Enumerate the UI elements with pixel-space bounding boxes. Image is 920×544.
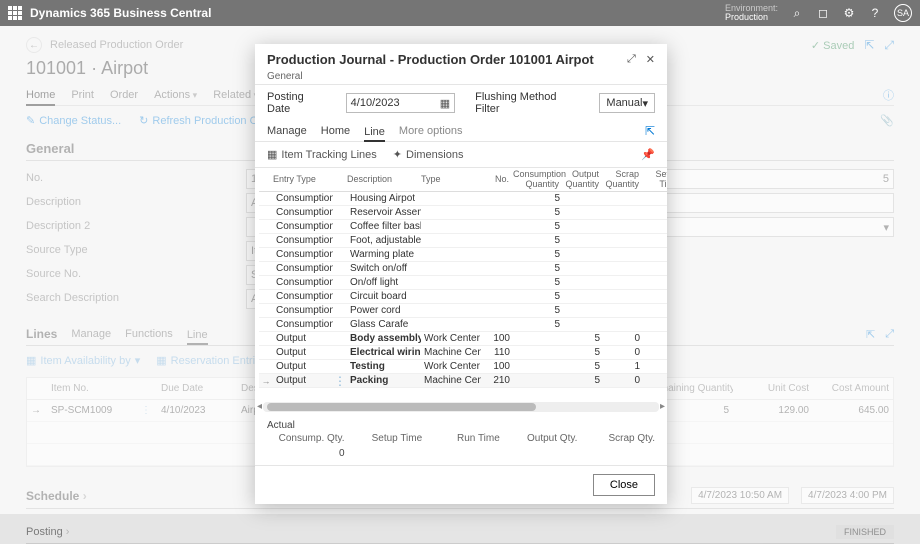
no-label: No. [26, 169, 186, 189]
posting-title[interactable]: Posting [26, 526, 69, 538]
col-scrap-qty[interactable]: Scrap Quantity [603, 170, 643, 190]
modal-general-label: General [255, 71, 667, 85]
col-cons-qty[interactable]: Consumption Quantity [513, 170, 563, 190]
table-row[interactable]: ConsumptionCoffee filter basket5 [259, 220, 667, 234]
lines-line[interactable]: Line [187, 329, 208, 345]
row-menu-icon[interactable]: ⋮ [333, 375, 347, 387]
page-title: 101001 · Airpot [26, 58, 148, 79]
col-entry-type[interactable]: Entry Type [273, 175, 333, 185]
col-out-qty[interactable]: Output Quantity [563, 170, 603, 190]
chevron-down-icon: ▾ [642, 97, 648, 110]
status-badge: FINISHED [836, 525, 894, 539]
lines-title: Lines [26, 327, 57, 341]
popout-icon[interactable]: ⤢ [627, 53, 636, 66]
horizontal-scrollbar[interactable]: ◂▸ [263, 402, 659, 412]
desc2-label: Description 2 [26, 217, 186, 237]
lines-manage[interactable]: Manage [71, 328, 111, 340]
actual-label: Actual [267, 420, 655, 431]
modal-title: Production Journal - Production Order 10… [267, 52, 594, 67]
production-journal-modal: Production Journal - Production Order 10… [255, 44, 667, 504]
table-row[interactable]: ConsumptionGlass Carafe5 [259, 318, 667, 332]
pin-icon[interactable]: 📌 [641, 148, 655, 161]
environment-badge[interactable]: Environment: Production [725, 4, 778, 22]
help-icon[interactable]: ? [868, 6, 882, 20]
schedule-to: 4/7/2023 4:00 PM [801, 487, 894, 504]
top-bar: Dynamics 365 Business Central Environmen… [0, 0, 920, 26]
lines-functions[interactable]: Functions [125, 328, 173, 340]
table-row[interactable]: ConsumptionCircuit board5 [259, 290, 667, 304]
table-row[interactable]: ConsumptionOn/off light5 [259, 276, 667, 290]
tab-home[interactable]: Home [26, 89, 55, 106]
posting-date-input[interactable]: 4/10/2023 ▦ [346, 93, 455, 113]
table-row[interactable]: ConsumptionFoot, adjustable, rubber5 [259, 234, 667, 248]
desc-label: Description [26, 193, 186, 213]
table-row[interactable]: ConsumptionPower cord5 [259, 304, 667, 318]
saved-indicator: ✓ Saved [811, 39, 854, 52]
table-row[interactable]: ConsumptionHousing Airpot5 [259, 192, 667, 206]
table-row[interactable]: OutputTestingWork Center1005115 [259, 360, 667, 374]
table-row[interactable]: →Output⋮PackingMachine Center210505 [259, 374, 667, 388]
info-icon[interactable]: ⓘ [883, 87, 894, 103]
table-row[interactable]: ConsumptionSwitch on/off5 [259, 262, 667, 276]
col-no[interactable]: No. [481, 175, 513, 185]
col-due[interactable]: Due Date [157, 383, 237, 394]
col-description[interactable]: Description [347, 175, 421, 185]
col-type[interactable]: Type [421, 175, 481, 185]
back-icon[interactable]: ← [26, 37, 42, 53]
search-label: Search Description [26, 289, 186, 309]
actual-cons-label: Consump. Qty. [267, 433, 345, 444]
tab-order[interactable]: Order [110, 89, 138, 101]
close-button[interactable]: Close [593, 474, 655, 496]
share-lines-icon[interactable]: ⇱ [866, 328, 875, 341]
tab-related[interactable]: Related [213, 89, 258, 101]
actual-cons-value: 0 [267, 448, 345, 459]
actual-out-label: Output Qty. [500, 433, 578, 444]
expand-lines-icon[interactable]: ⤢ [885, 328, 894, 341]
close-icon[interactable]: ✕ [646, 53, 655, 66]
search-icon[interactable]: ⌕ [790, 6, 804, 20]
modal-tab-line[interactable]: Line [364, 126, 385, 142]
posting-date-label: Posting Date [267, 91, 330, 115]
actual-scrap-label: Scrap Qty. [577, 433, 655, 444]
change-status-action[interactable]: ✎ Change Status... [26, 114, 121, 127]
app-launcher-icon[interactable] [8, 6, 22, 20]
attachments-icon[interactable]: 📎 [880, 114, 894, 127]
srctype-label: Source Type [26, 241, 186, 261]
dimensions-modal-action[interactable]: ✦ Dimensions [393, 148, 464, 161]
modal-more-options[interactable]: More options [399, 125, 463, 137]
breadcrumb: Released Production Order [50, 39, 183, 51]
tab-print[interactable]: Print [71, 89, 94, 101]
share-icon[interactable]: ⇱ [864, 38, 874, 52]
table-row[interactable]: OutputElectrical wiringMachine Center110… [259, 346, 667, 360]
share-modal-icon[interactable]: ⇱ [645, 124, 655, 138]
settings-icon[interactable]: ⚙ [842, 6, 856, 20]
calendar-icon[interactable]: ▦ [440, 97, 450, 110]
table-row[interactable]: ConsumptionReservoir Assembly5 [259, 206, 667, 220]
expand-icon[interactable]: ⤢ [884, 38, 894, 53]
modal-tab-manage[interactable]: Manage [267, 125, 307, 137]
reservation-action[interactable]: ▦ Reservation Entries [156, 354, 266, 367]
notifications-icon[interactable]: ◻ [816, 6, 830, 20]
actual-run-label: Run Time [422, 433, 500, 444]
col-unit[interactable]: Unit Cost [733, 383, 813, 394]
avatar[interactable]: SA [894, 4, 912, 22]
col-setup-time[interactable]: Setup Time [643, 170, 667, 190]
modal-tab-home[interactable]: Home [321, 125, 350, 137]
schedule-from: 4/7/2023 10:50 AM [691, 487, 789, 504]
schedule-title[interactable]: Schedule [26, 489, 87, 503]
srcno-label: Source No. [26, 265, 186, 285]
flushing-filter-label: Flushing Method Filter [475, 91, 583, 115]
app-title: Dynamics 365 Business Central [30, 6, 211, 20]
actual-setup-label: Setup Time [345, 433, 423, 444]
flushing-filter-select[interactable]: Manual ▾ [599, 93, 655, 113]
item-availability-action[interactable]: ▦ Item Availability by ▾ [26, 354, 140, 367]
tab-actions[interactable]: Actions [154, 89, 197, 101]
table-row[interactable]: OutputBody assemblyWork Center1005020 [259, 332, 667, 346]
item-tracking-action[interactable]: ▦ Item Tracking Lines [267, 148, 377, 161]
col-cost[interactable]: Cost Amount [813, 383, 893, 394]
table-row[interactable]: ConsumptionWarming plate5 [259, 248, 667, 262]
col-item-no[interactable]: Item No. [47, 383, 137, 394]
